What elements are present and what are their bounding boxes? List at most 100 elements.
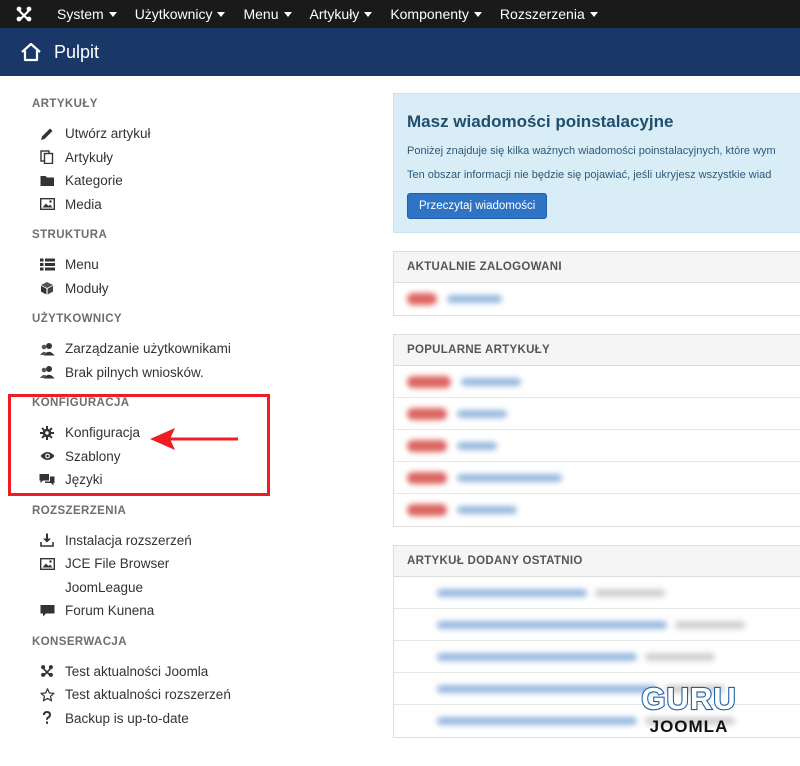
sidebar-item-label: Zarządzanie użytkownikami	[65, 341, 231, 357]
image-icon	[39, 556, 55, 572]
list-item	[394, 641, 800, 673]
users-icon	[39, 341, 55, 357]
sidebar-item-label: Artykuły	[65, 149, 114, 165]
sidebar-item-install-extensions[interactable]: Instalacja rozszerzeń	[32, 529, 362, 553]
menu-system[interactable]: System	[48, 0, 126, 28]
caret-down-icon	[473, 11, 482, 17]
menu-label: Menu	[243, 6, 279, 22]
blurred-text	[447, 295, 502, 303]
question-icon	[39, 710, 55, 726]
sidebar-item-label: JCE File Browser	[65, 556, 170, 572]
postinstall-alert: Masz wiadomości poinstalacyjne Poniżej z…	[393, 93, 800, 233]
guru-joomla-watermark-logo: GURU JOOMLA	[640, 680, 736, 736]
panel-title: AKTUALNIE ZALOGOWANI	[394, 252, 800, 283]
sidebar-item-user-manager[interactable]: Zarządzanie użytkownikami	[32, 337, 362, 361]
folder-icon	[39, 173, 55, 189]
menu-label: Komponenty	[390, 6, 469, 22]
caret-down-icon	[217, 11, 226, 17]
blurred-text	[437, 717, 637, 725]
menu-components[interactable]: Komponenty	[381, 0, 491, 28]
sidebar-item-articles[interactable]: Artykuły	[32, 146, 362, 170]
sidebar-item-label: Menu	[65, 257, 99, 273]
sidebar-item-label: Media	[65, 196, 102, 212]
section-title-articles: ARTYKUŁY	[32, 98, 98, 110]
sidebar-item-label: Backup is up-to-date	[65, 710, 189, 726]
list-item	[394, 494, 800, 526]
sidebar-item-modules[interactable]: Moduły	[32, 277, 362, 301]
blurred-text	[457, 409, 507, 418]
home-icon	[21, 42, 41, 62]
caret-down-icon	[589, 11, 598, 17]
section-title-maintenance: KONSERWACJA	[32, 635, 127, 648]
list-item	[394, 430, 800, 462]
image-icon	[39, 196, 55, 212]
sidebar-item-label: Brak pilnych wniosków.	[65, 364, 204, 380]
sidebar-item-label: Kategorie	[65, 173, 123, 189]
download-icon	[39, 532, 55, 548]
blurred-badge	[407, 439, 447, 452]
panel-title: POPULARNE ARTYKUŁY	[394, 335, 800, 366]
watermark-line-2: JOOMLA	[650, 717, 729, 736]
blurred-text	[457, 473, 562, 482]
sidebar-item-label: Test aktualności rozszerzeń	[65, 687, 231, 703]
sidebar-item-media[interactable]: Media	[32, 193, 362, 217]
blurred-text	[457, 441, 497, 450]
blurred-badge	[407, 407, 447, 420]
read-messages-button[interactable]: Przeczytaj wiadomości	[407, 193, 548, 219]
list-item	[394, 609, 800, 641]
blurred-badge	[407, 375, 451, 388]
sidebar-item-no-requests[interactable]: Brak pilnych wniosków.	[32, 361, 362, 385]
sidebar-item-label: Test aktualności Joomla	[65, 663, 209, 679]
sidebar-item-joomla-update-check[interactable]: Test aktualności Joomla	[32, 660, 362, 684]
section-title-structure: STRUKTURA	[32, 229, 108, 241]
top-navbar: System Użytkownicy Menu Artykuły Kompone…	[0, 0, 800, 28]
blurred-text	[457, 506, 517, 514]
menu-users[interactable]: Użytkownicy	[126, 0, 235, 28]
blurred-text	[437, 620, 667, 629]
sidebar-item-label: Moduły	[65, 280, 109, 296]
caret-down-icon	[283, 11, 292, 17]
list-item	[394, 577, 800, 609]
page-title: Pulpit	[54, 41, 100, 62]
blurred-text	[437, 588, 587, 597]
panel-logged-in: AKTUALNIE ZALOGOWANI	[393, 251, 800, 316]
sidebar-item-label: Instalacja rozszerzeń	[65, 532, 192, 548]
alert-title: Masz wiadomości poinstalacyjne	[407, 112, 674, 131]
alert-text-2: Ten obszar informacji nie będzie się poj…	[407, 169, 772, 181]
caret-down-icon	[364, 11, 373, 17]
sidebar-item-forum-kunena[interactable]: Forum Kunena	[32, 599, 362, 623]
page-header: Pulpit	[0, 28, 800, 76]
sidebar-item-categories[interactable]: Kategorie	[32, 169, 362, 193]
section-title-extensions: ROZSZERZENIA	[32, 504, 127, 517]
panel-title: ARTYKUŁ DODANY OSTATNIO	[394, 546, 800, 577]
sidebar-item-joomleague[interactable]: JoomLeague	[32, 576, 362, 600]
list-item	[394, 366, 800, 398]
blurred-text	[461, 377, 521, 386]
blurred-text	[645, 652, 715, 661]
blurred-text	[437, 684, 657, 693]
blurred-text	[675, 620, 745, 629]
menu-articles[interactable]: Artykuły	[301, 0, 382, 28]
menu-label: System	[57, 6, 104, 22]
alert-text-1: Poniżej znajduje się kilka ważnych wiado…	[407, 145, 776, 157]
menu-label: Rozszerzenia	[499, 6, 585, 22]
panel-popular-articles: POPULARNE ARTYKUŁY	[393, 334, 800, 527]
blurred-badge	[407, 471, 447, 484]
sidebar-item-menu[interactable]: Menu	[32, 253, 362, 277]
copy-icon	[39, 149, 55, 165]
list-item	[394, 398, 800, 430]
sidebar-item-backup-status[interactable]: Backup is up-to-date	[32, 707, 362, 731]
list-item	[394, 283, 800, 315]
blurred-text	[595, 588, 665, 597]
sidebar-item-extension-update-check[interactable]: Test aktualności rozszerzeń	[32, 683, 362, 707]
main-menu: System Użytkownicy Menu Artykuły Kompone…	[48, 0, 607, 28]
joomla-logo-icon[interactable]	[0, 0, 48, 28]
pencil-icon	[39, 126, 55, 142]
sidebar-item-jce-file-browser[interactable]: JCE File Browser	[32, 552, 362, 576]
menu-label: Artykuły	[309, 6, 360, 22]
menu-extensions[interactable]: Rozszerzenia	[491, 0, 607, 28]
menu-menus[interactable]: Menu	[234, 0, 300, 28]
sidebar-item-label: Forum Kunena	[65, 603, 155, 619]
sidebar-item-create-article[interactable]: Utwórz artykuł	[32, 122, 362, 146]
menu-label: Użytkownicy	[134, 6, 213, 22]
